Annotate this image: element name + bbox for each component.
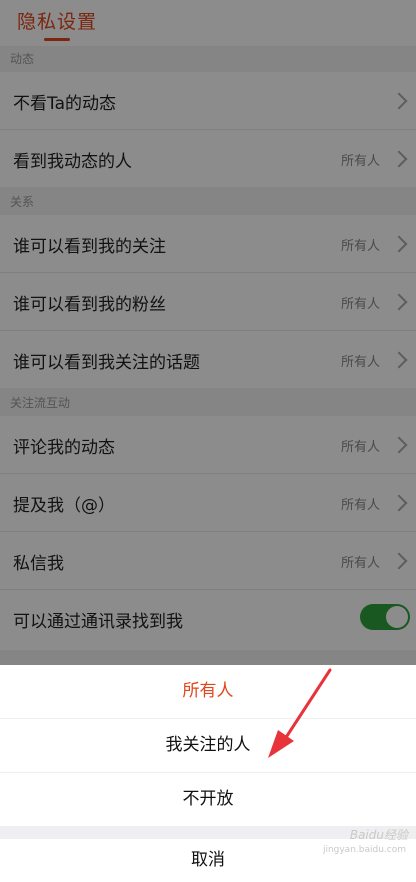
modal-overlay[interactable] — [0, 0, 416, 665]
privacy-settings-screen: 隐私设置 动态 不看Ta的动态 看到我动态的人 所有人 关系 谁可以看到我的关注… — [0, 0, 416, 882]
option-not-open[interactable]: 不开放 — [0, 773, 416, 826]
option-everyone[interactable]: 所有人 — [0, 665, 416, 718]
baidu-watermark: Baidu经验 — [349, 828, 408, 842]
baidu-watermark-url: jingyan.baidu.com — [322, 845, 406, 855]
option-people-i-follow[interactable]: 我关注的人 — [0, 719, 416, 772]
